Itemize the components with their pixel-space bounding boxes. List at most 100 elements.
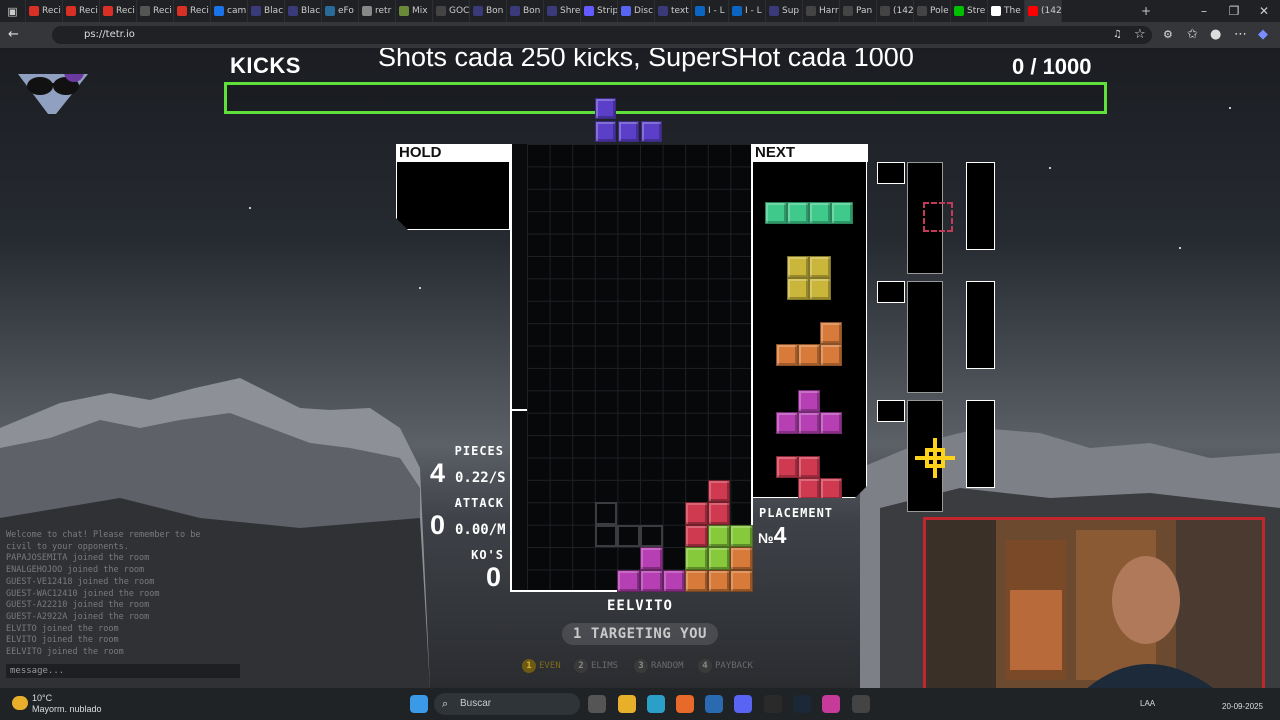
ghost-cell [594,524,618,548]
browser-tab[interactable]: Sup [766,0,803,22]
attack-rate: 0.00/M [455,522,506,538]
browser-menu-icon[interactable]: ▣ [0,0,26,22]
bookmark-star-icon[interactable]: ☆ [1134,22,1146,48]
bell-icon[interactable]: ♫ [1113,22,1122,48]
strategy-elims[interactable]: 2 ELIMS [574,657,618,675]
next-mino-t [820,412,842,434]
strategy-even[interactable]: 1 EVEN [522,657,561,675]
file-explorer-icon[interactable] [618,695,636,713]
next-queue [752,162,867,498]
browser-tab[interactable]: Reci [63,0,100,22]
tab-favicon-icon [29,6,39,16]
start-icon[interactable] [410,695,428,713]
target-icon [923,202,953,232]
tab-favicon-icon [991,6,1001,16]
clock[interactable]: 20-09-2025 [1222,702,1263,712]
favorites-icon[interactable]: ✩ [1187,22,1198,48]
next-mino-o [787,278,809,300]
browser-tab[interactable]: Pole [914,0,951,22]
browser-tab[interactable]: Harr [803,0,840,22]
taskview-icon[interactable] [588,695,606,713]
tab-label: Reci [79,6,98,16]
attack-value: 0 [430,510,446,540]
webcam-overlay [923,517,1265,688]
copilot-icon[interactable]: ◆ [1258,22,1268,48]
next-mino-i [787,202,809,224]
board-cell [707,569,731,592]
back-icon[interactable]: ← [8,22,19,48]
tab-favicon-icon [214,6,224,16]
browser-tab[interactable]: Blac [248,0,285,22]
browser-tab[interactable]: Bon [470,0,507,22]
garbage-meter [510,144,527,592]
new-tab-icon[interactable]: + [1138,3,1154,19]
browser-tab[interactable]: Reci [137,0,174,22]
tab-label: I - L [708,6,725,16]
next-mino-z [776,456,798,478]
browser-tab[interactable]: Reci [100,0,137,22]
tab-label: (142 [1041,6,1062,16]
browser-tab[interactable]: eFo [322,0,359,22]
obs-icon[interactable] [852,695,870,713]
extensions-icon[interactable]: ⚙ [1163,22,1173,48]
weather-widget[interactable]: 10°C Mayorm. nublado [32,693,102,715]
board-cell [685,524,708,548]
browser-tab[interactable]: (142 [1025,0,1062,22]
browser-tab[interactable]: Shre [544,0,581,22]
tab-label: Pole [930,6,949,16]
chat-line: GUEST-WAC12410 joined the room [6,588,160,599]
opponent-next [966,281,995,369]
store-icon[interactable] [705,695,723,713]
next-mino-t [776,412,798,434]
discord-icon[interactable] [734,695,752,713]
weather-icon[interactable] [12,696,28,710]
browser-tab[interactable]: Reci [174,0,211,22]
browser-tab[interactable]: retr [359,0,396,22]
strategy-payback[interactable]: 4 PAYBACK [698,657,753,675]
next-mino-l [820,344,842,366]
browser-tab[interactable]: cam [211,0,248,22]
browser-tab[interactable]: Mix [396,0,433,22]
minimize-icon[interactable]: – [1196,3,1212,19]
next-mino-i [809,202,831,224]
browser-tab[interactable]: (142 [877,0,914,22]
browser-tab[interactable]: Pan [840,0,877,22]
browser-tab[interactable]: The [988,0,1025,22]
game-area: KICKS Shots cada 250 kicks, SuperSHot ca… [0,48,1280,688]
browser-tab[interactable]: Reci [26,0,63,22]
maximize-icon[interactable]: ❐ [1226,3,1242,19]
address-bar[interactable]: ps://tetr.io [52,26,1152,44]
browser-tab[interactable]: I - L [729,0,766,22]
tab-favicon-icon [362,6,372,16]
browser-tab[interactable]: Bon [507,0,544,22]
app-pink-icon[interactable] [822,695,840,713]
app-icon[interactable] [764,695,782,713]
placement-value: №4 [758,522,787,548]
tab-favicon-icon [621,6,631,16]
browser-tab[interactable]: Disc [618,0,655,22]
browser-tab[interactable]: text [655,0,692,22]
tab-favicon-icon [473,6,483,16]
system-tray[interactable]: LAA [1140,699,1155,709]
browser-tab[interactable]: GOC [433,0,470,22]
board-cell [730,547,753,570]
steam-icon[interactable] [793,695,811,713]
board-cell [662,569,686,592]
next-mino-l [776,344,798,366]
edge-icon[interactable] [647,695,665,713]
window-close-icon[interactable]: ✕ [1256,3,1272,19]
tab-favicon-icon [806,6,816,16]
browser-tab[interactable]: Stre [951,0,988,22]
browser-tab[interactable]: Strip [581,0,618,22]
falling-mino [618,121,639,142]
taskbar-search[interactable]: Buscar [434,693,580,715]
more-icon[interactable]: ⋯ [1234,22,1247,48]
chat-line: EELVITO joined the room [6,647,124,658]
chat-input[interactable]: message... [6,664,240,678]
browser-tab[interactable]: Blac [285,0,322,22]
profile-avatar[interactable]: ● [1210,22,1221,48]
browser-tab[interactable]: I - L [692,0,729,22]
firefox-icon[interactable] [676,695,694,713]
tab-favicon-icon [880,6,890,16]
strategy-random[interactable]: 3 RANDOM [634,657,684,675]
